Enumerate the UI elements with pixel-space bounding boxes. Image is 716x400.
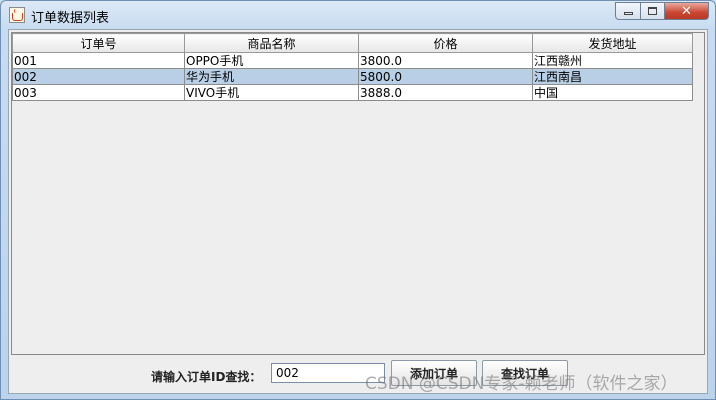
table-scroll-pane[interactable]: 订单号 商品名称 价格 发货地址 001 OPPO手机 3800.0 江西赣州 … <box>11 32 705 355</box>
minimize-button[interactable] <box>615 2 641 20</box>
column-header-order-id[interactable]: 订单号 <box>12 33 185 53</box>
cell-product-name[interactable]: OPPO手机 <box>184 52 359 69</box>
column-header-price[interactable]: 价格 <box>358 33 533 53</box>
close-button[interactable]: ✕ <box>665 2 709 20</box>
cell-address[interactable]: 江西南昌 <box>532 68 693 85</box>
app-window: 订单数据列表 ✕ 订单号 商品名称 价格 发货地址 001 OPPO手机 380… <box>0 0 716 400</box>
table-row[interactable]: 003 VIVO手机 3888.0 中国 <box>12 84 693 101</box>
search-label: 请输入订单ID查找： <box>151 370 262 384</box>
cell-price[interactable]: 3888.0 <box>358 84 533 101</box>
window-title: 订单数据列表 <box>31 11 110 26</box>
close-icon: ✕ <box>681 3 692 19</box>
window-controls: ✕ <box>615 2 709 20</box>
cell-address[interactable]: 中国 <box>532 84 693 101</box>
title-bar[interactable]: 订单数据列表 ✕ <box>1 1 715 29</box>
watermark: CSDN @CSDN专家-赖老师（软件之家） <box>365 374 678 394</box>
java-cup-icon <box>9 7 25 23</box>
maximize-icon <box>648 7 657 15</box>
cell-price[interactable]: 5800.0 <box>358 68 533 85</box>
minimize-icon <box>623 12 633 15</box>
cell-product-name[interactable]: 华为手机 <box>184 68 359 85</box>
cell-order-id[interactable]: 002 <box>12 68 185 85</box>
column-header-address[interactable]: 发货地址 <box>532 33 693 53</box>
table-row-selected[interactable]: 002 华为手机 5800.0 江西南昌 <box>12 68 693 85</box>
content-panel: 订单号 商品名称 价格 发货地址 001 OPPO手机 3800.0 江西赣州 … <box>8 29 708 394</box>
cell-product-name[interactable]: VIVO手机 <box>184 84 359 101</box>
table-header-row: 订单号 商品名称 价格 发货地址 <box>12 33 693 53</box>
cell-price[interactable]: 3800.0 <box>358 52 533 69</box>
cell-order-id[interactable]: 001 <box>12 52 185 69</box>
column-header-product-name[interactable]: 商品名称 <box>184 33 359 53</box>
orders-table: 订单号 商品名称 价格 发货地址 001 OPPO手机 3800.0 江西赣州 … <box>12 33 693 101</box>
cell-address[interactable]: 江西赣州 <box>532 52 693 69</box>
maximize-button[interactable] <box>641 2 665 20</box>
cell-order-id[interactable]: 003 <box>12 84 185 101</box>
table-row[interactable]: 001 OPPO手机 3800.0 江西赣州 <box>12 52 693 69</box>
